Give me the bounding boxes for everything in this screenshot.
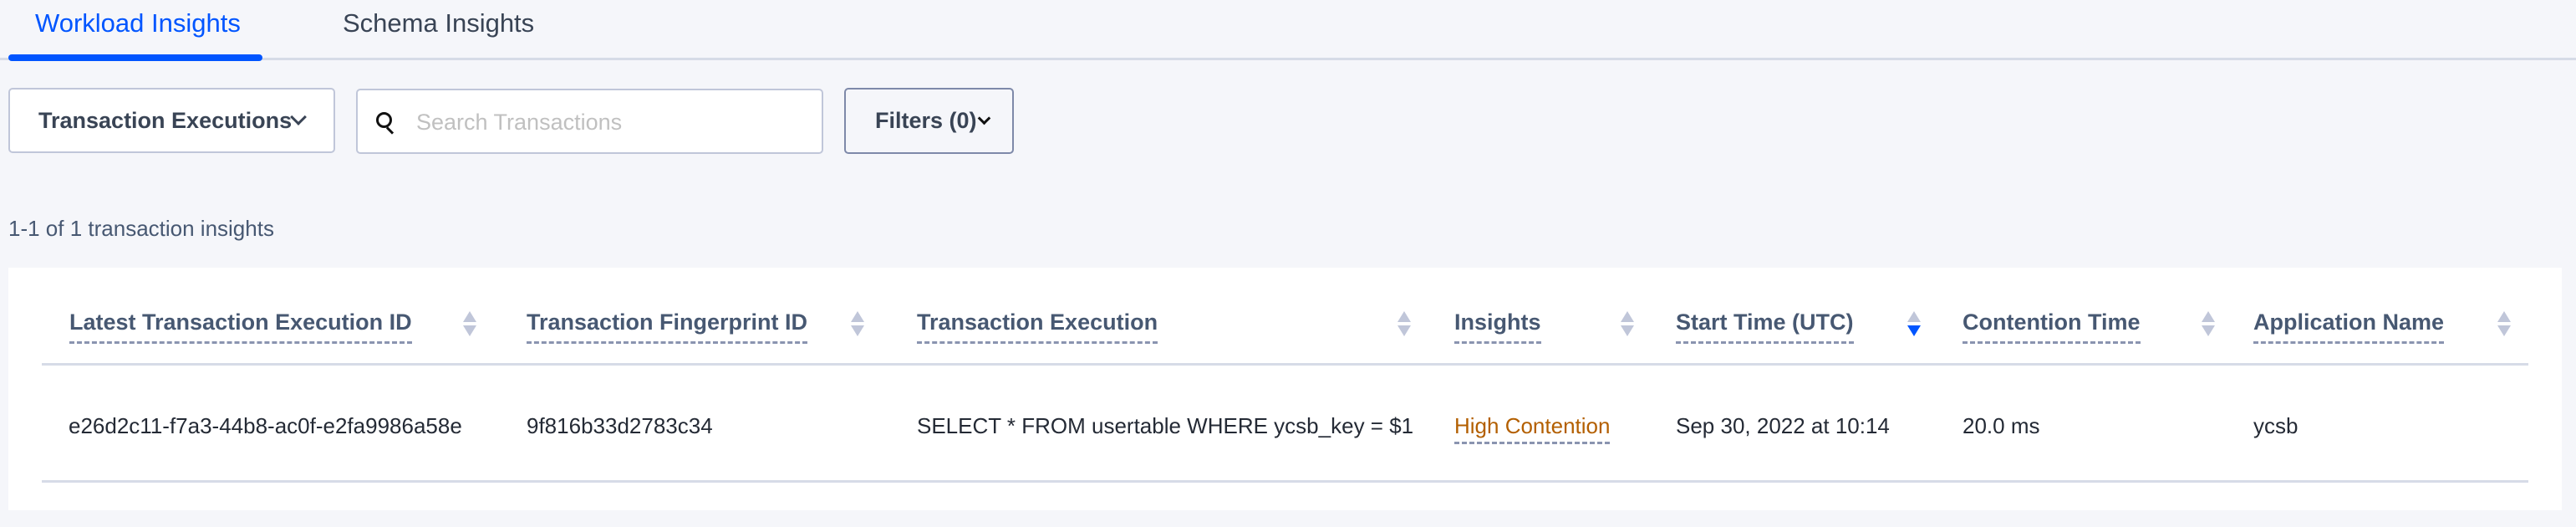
- result-count: 1-1 of 1 transaction insights: [8, 216, 274, 241]
- column-header-transaction-execution[interactable]: Transaction Execution: [917, 308, 1158, 344]
- cell-application-name: ycsb: [2253, 413, 2299, 438]
- cell-start-time: Sep 30, 2022 at 10:14: [1676, 413, 1890, 438]
- tab-schema-insights[interactable]: Schema Insights: [343, 7, 534, 57]
- sort-icon[interactable]: [2202, 310, 2215, 338]
- sort-icon[interactable]: [851, 310, 864, 338]
- sort-descending-icon[interactable]: [1907, 310, 1921, 338]
- column-header-application-name[interactable]: Application Name: [2253, 308, 2445, 344]
- search-input[interactable]: [416, 104, 809, 141]
- chevron-down-icon: [290, 109, 307, 125]
- cell-contention-time: 20.0 ms: [1963, 413, 2040, 438]
- insights-table: Latest Transaction Execution ID Transact…: [8, 268, 2562, 510]
- tab-workload-insights[interactable]: Workload Insights: [35, 7, 241, 57]
- column-header-contention-time[interactable]: Contention Time: [1963, 308, 2141, 344]
- sort-icon[interactable]: [463, 310, 476, 338]
- chevron-down-icon: [977, 111, 991, 125]
- insight-badge[interactable]: High Contention: [1454, 412, 1611, 444]
- sort-icon[interactable]: [1397, 310, 1411, 338]
- filters-button[interactable]: Filters (0): [844, 88, 1014, 154]
- sort-icon[interactable]: [1621, 310, 1634, 338]
- cell-fingerprint-id[interactable]: 9f816b33d2783c34: [527, 412, 713, 440]
- search-icon: [376, 112, 398, 135]
- column-header-latest-execution-id[interactable]: Latest Transaction Execution ID: [69, 308, 412, 344]
- column-header-insights[interactable]: Insights: [1454, 308, 1541, 344]
- search-box[interactable]: [356, 89, 823, 154]
- workload-insights-page: Workload Insights Schema Insights Transa…: [0, 0, 2576, 527]
- column-header-fingerprint-id[interactable]: Transaction Fingerprint ID: [527, 308, 808, 344]
- column-header-start-time[interactable]: Start Time (UTC): [1676, 308, 1854, 344]
- filters-button-label: Filters (0): [875, 108, 977, 133]
- header-divider: [42, 363, 2528, 366]
- tab-bar: Workload Insights Schema Insights: [0, 0, 2576, 61]
- cell-transaction-execution[interactable]: SELECT * FROM usertable WHERE ycsb_key =…: [917, 412, 1413, 440]
- view-type-dropdown-label: Transaction Executions: [38, 107, 293, 133]
- row-divider: [42, 480, 2528, 483]
- view-type-dropdown[interactable]: Transaction Executions: [8, 88, 335, 153]
- cell-execution-id[interactable]: e26d2c11-f7a3-44b8-ac0f-e2fa9986a58e: [69, 412, 462, 440]
- sort-icon[interactable]: [2497, 310, 2511, 338]
- active-tab-indicator: [8, 54, 262, 61]
